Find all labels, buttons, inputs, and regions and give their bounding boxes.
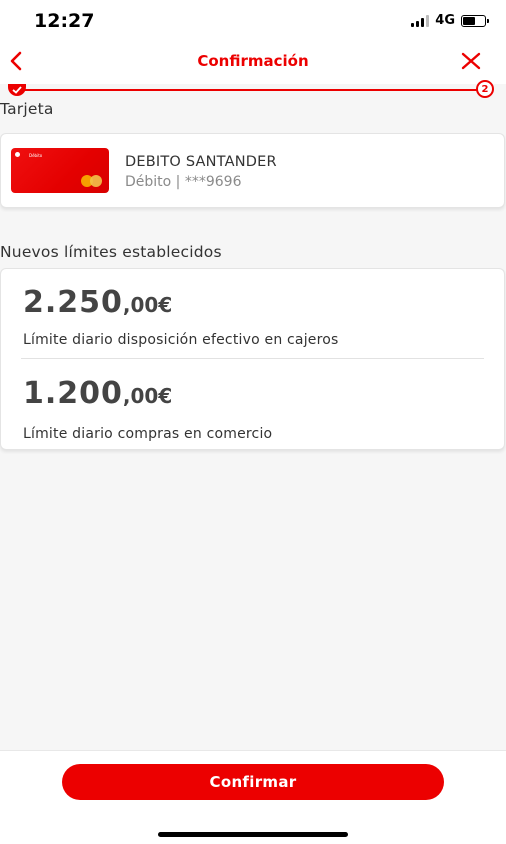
card-summary: Débito DEBITO SANTANDER Débito | ***9696 <box>0 133 505 208</box>
limit-desc-cash: Límite diario disposición efectivo en ca… <box>23 332 339 348</box>
mastercard-icon <box>81 175 103 187</box>
divider <box>21 358 484 359</box>
debit-card-image: Débito <box>11 148 109 193</box>
limits-card: 2.250,00€ Límite diario disposición efec… <box>0 268 505 450</box>
network-type: 4G <box>435 13 455 28</box>
step-complete-icon <box>8 84 26 96</box>
card-image-label: Débito <box>29 153 43 158</box>
stepper-line <box>10 89 486 91</box>
card-name: DEBITO SANTANDER <box>125 154 277 170</box>
page-title: Confirmación <box>197 52 309 70</box>
nav-bar: Confirmación <box>0 40 506 84</box>
limit-desc-purchases: Límite diario compras en comercio <box>23 426 273 442</box>
status-time: 12:27 <box>34 10 95 32</box>
confirm-button[interactable]: Confirmar <box>62 764 444 800</box>
section-label-limits: Nuevos límites establecidos <box>0 243 222 261</box>
footer: Confirmar <box>0 750 506 844</box>
signal-icon <box>411 14 430 27</box>
home-indicator[interactable] <box>158 832 348 837</box>
status-icons: 4G <box>411 13 489 28</box>
status-bar: 12:27 4G <box>0 0 506 40</box>
battery-icon <box>461 14 489 27</box>
limit-amount-cash: 2.250,00€ <box>23 285 172 320</box>
card-detail: Débito | ***9696 <box>125 174 242 190</box>
step-current: 2 <box>476 80 494 98</box>
progress-stepper: 2 <box>0 80 506 98</box>
limit-amount-purchases: 1.200,00€ <box>23 376 172 411</box>
section-label-card: Tarjeta <box>0 100 54 118</box>
limit-amount-int: 2.250 <box>23 285 123 320</box>
close-icon[interactable] <box>458 48 484 74</box>
santander-flame-icon <box>15 152 20 157</box>
limit-amount-int: 1.200 <box>23 376 123 411</box>
limit-amount-dec: ,00€ <box>122 293 173 317</box>
limit-amount-dec: ,00€ <box>122 384 173 408</box>
